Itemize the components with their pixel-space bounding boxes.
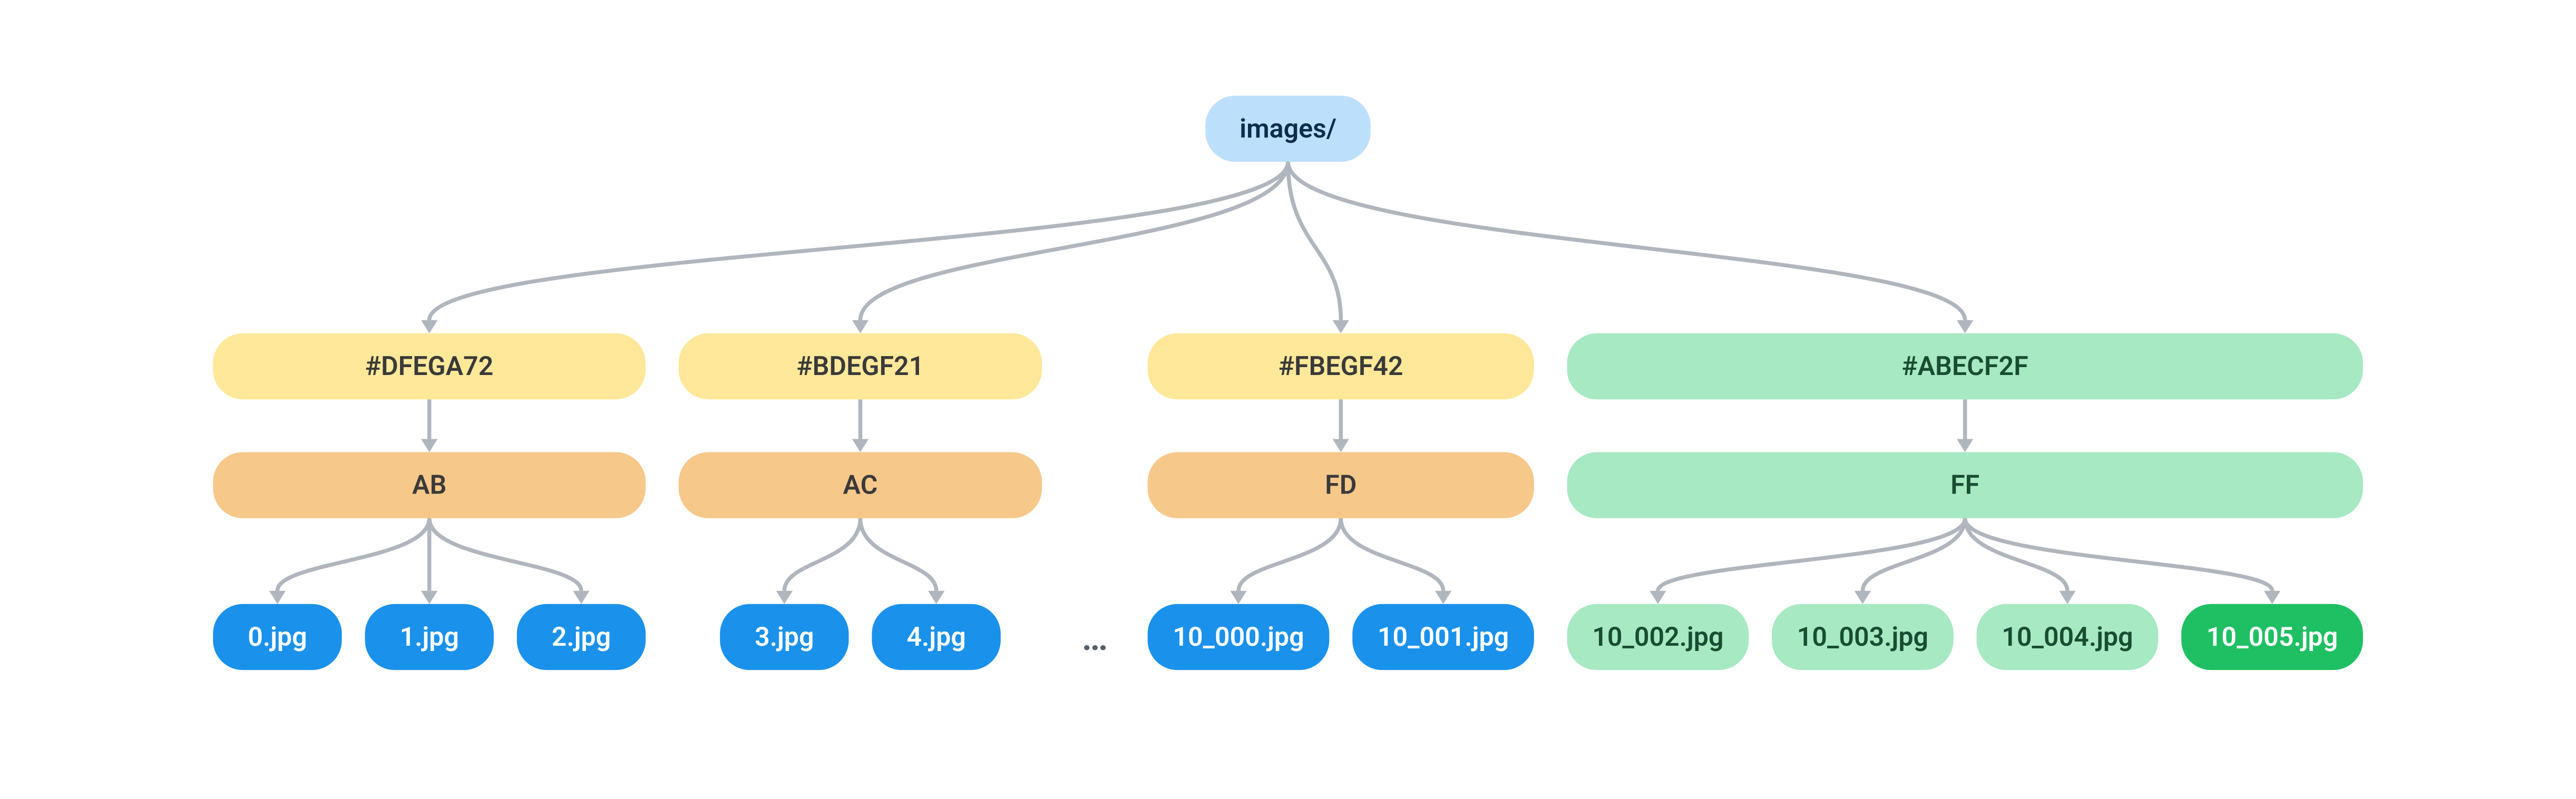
svg-text:10_004.jpg: 10_004.jpg: [2002, 622, 2133, 653]
file-node: 1.jpg: [365, 604, 493, 670]
svg-text:1.jpg: 1.jpg: [399, 622, 458, 653]
svg-text:#ABECF2F: #ABECF2F: [1902, 351, 2028, 382]
subdir-node: FD: [1148, 452, 1534, 518]
hash-node: #BDEGF21: [679, 333, 1042, 399]
file-node: 10_002.jpg: [1567, 604, 1749, 670]
svg-text:images/: images/: [1240, 113, 1336, 144]
file-node: 2.jpg: [517, 604, 646, 670]
file-node: 0.jpg: [213, 604, 341, 670]
svg-text:0.jpg: 0.jpg: [248, 622, 307, 653]
hash-node: #DFEGA72: [213, 333, 646, 399]
svg-text:2.jpg: 2.jpg: [552, 622, 611, 653]
file-node: 10_000.jpg: [1148, 604, 1330, 670]
svg-text:3.jpg: 3.jpg: [755, 622, 814, 653]
svg-text:AC: AC: [843, 470, 878, 501]
file-node: 3.jpg: [720, 604, 848, 670]
tree-diagram: images/ #DFEGA72 AB 0.jpg 1.jpg 2.jpg #BDEGF21…: [0, 0, 2576, 799]
hash-node: #FBEGF42: [1148, 333, 1534, 399]
subdir-node: FF: [1567, 452, 2363, 518]
file-node: 10_005.jpg: [2181, 604, 2363, 670]
file-node: 10_001.jpg: [1352, 604, 1534, 670]
file-node: 4.jpg: [872, 604, 1000, 670]
svg-text:#FBEGF42: #FBEGF42: [1279, 351, 1403, 382]
svg-text:10_000.jpg: 10_000.jpg: [1173, 622, 1304, 653]
svg-text:10_003.jpg: 10_003.jpg: [1797, 622, 1928, 653]
hash-node: #ABECF2F: [1567, 333, 2363, 399]
file-node: 10_003.jpg: [1772, 604, 1954, 670]
root-node: images/: [1205, 96, 1370, 162]
subdir-node: AC: [679, 452, 1042, 518]
svg-text:4.jpg: 4.jpg: [906, 622, 965, 653]
svg-text:10_002.jpg: 10_002.jpg: [1592, 622, 1723, 653]
svg-text:10_001.jpg: 10_001.jpg: [1378, 622, 1509, 653]
svg-text:FD: FD: [1325, 470, 1357, 501]
file-node: 10_004.jpg: [1977, 604, 2159, 670]
svg-text:FF: FF: [1950, 470, 1979, 501]
ellipsis: …: [1081, 616, 1108, 659]
svg-text:#DFEGA72: #DFEGA72: [365, 351, 493, 382]
subdir-node: AB: [213, 452, 646, 518]
svg-text:#BDEGF21: #BDEGF21: [797, 351, 924, 382]
svg-text:AB: AB: [412, 470, 446, 501]
svg-text:10_005.jpg: 10_005.jpg: [2207, 622, 2338, 653]
